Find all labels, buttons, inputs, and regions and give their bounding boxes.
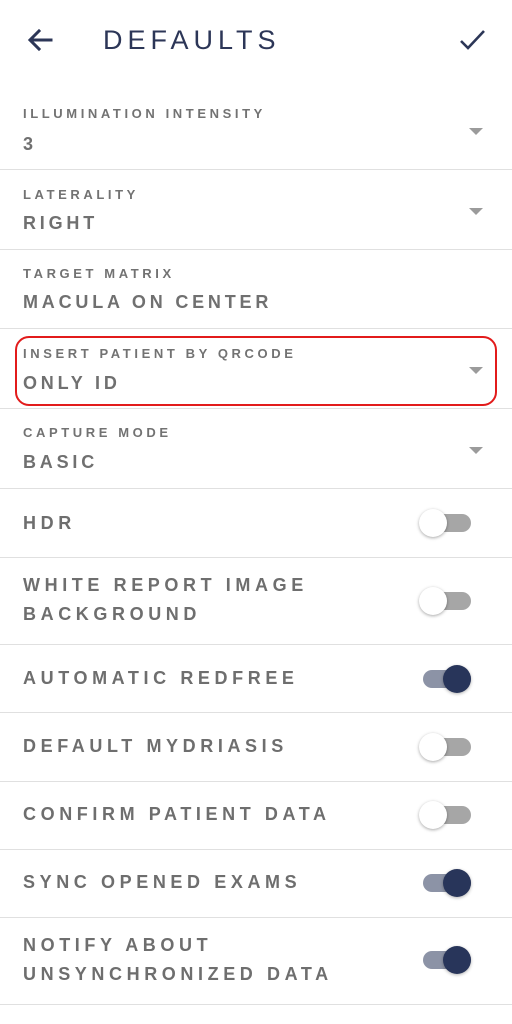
insert-patient-by-qrcode-select[interactable]: INSERT PATIENT BY QRCODE ONLY ID: [0, 329, 512, 408]
toggle-label: CONFIRM PATIENT DATA: [23, 804, 331, 824]
toggle-row-sync-opened-exams: SYNC OPENED EXAMS: [0, 850, 512, 917]
toggle-label: WHITE REPORT IMAGE BACKGROUND: [23, 575, 308, 624]
toggle-row-notify-unsynchronized: NOTIFY ABOUT UNSYNCHRONIZED DATA: [0, 918, 512, 1004]
toggle-label: DEFAULT MYDRIASIS: [23, 736, 288, 756]
switch-thumb: [443, 665, 471, 693]
toggle-row-confirm-patient-data: CONFIRM PATIENT DATA: [0, 782, 512, 849]
toggle-label: NOTIFY ABOUT UNSYNCHRONIZED DATA: [23, 935, 333, 984]
app-header: DEFAULTS: [0, 0, 512, 82]
select-value: MACULA ON CENTER: [23, 292, 273, 312]
toggle-label: SYNC OPENED EXAMS: [23, 872, 302, 892]
select-value: BASIC: [23, 452, 99, 472]
toggle-row-automatic-redfree: AUTOMATIC REDFREE: [0, 645, 512, 712]
select-label: ILLUMINATION INTENSITY: [23, 106, 266, 121]
switch-thumb: [443, 946, 471, 974]
target-matrix-select[interactable]: TARGET MATRIX MACULA ON CENTER: [0, 250, 512, 328]
dropdown-caret-icon: [469, 128, 483, 135]
toggle-label: HDR: [23, 513, 76, 533]
select-value: ONLY ID: [23, 373, 121, 393]
select-label: CAPTURE MODE: [23, 425, 172, 440]
page-title: DEFAULTS: [103, 25, 281, 55]
toggle-row-white-report: WHITE REPORT IMAGE BACKGROUND: [0, 558, 512, 644]
dropdown-caret-icon: [469, 447, 483, 454]
laterality-select[interactable]: LATERALITY RIGHT: [0, 170, 512, 249]
back-button[interactable]: [22, 22, 58, 58]
automatic-redfree-toggle[interactable]: [419, 664, 473, 694]
select-label: INSERT PATIENT BY QRCODE: [23, 346, 297, 361]
hdr-toggle[interactable]: [419, 508, 473, 538]
dropdown-caret-icon: [469, 208, 483, 215]
default-mydriasis-toggle[interactable]: [419, 732, 473, 762]
notify-unsynchronized-toggle[interactable]: [419, 945, 473, 975]
switch-thumb: [443, 869, 471, 897]
toggle-label: AUTOMATIC REDFREE: [23, 668, 299, 688]
dropdown-caret-icon: [469, 367, 483, 374]
switch-thumb: [419, 801, 447, 829]
select-label: LATERALITY: [23, 187, 139, 202]
illumination-intensity-select[interactable]: ILLUMINATION INTENSITY 3: [0, 92, 512, 170]
toggle-row-default-mydriasis: DEFAULT MYDRIASIS: [0, 713, 512, 781]
select-label: TARGET MATRIX: [23, 266, 175, 281]
capture-mode-select[interactable]: CAPTURE MODE BASIC: [0, 409, 512, 488]
select-value: 3: [23, 134, 37, 154]
check-icon: [460, 30, 485, 50]
confirm-patient-data-toggle[interactable]: [419, 800, 473, 830]
switch-thumb: [419, 509, 447, 537]
arrow-left-icon: [27, 28, 53, 52]
confirm-button[interactable]: [454, 22, 490, 58]
divider: [0, 1004, 512, 1005]
sync-opened-exams-toggle[interactable]: [419, 868, 473, 898]
toggle-row-hdr: HDR: [0, 489, 512, 557]
select-value: RIGHT: [23, 213, 98, 233]
white-report-background-toggle[interactable]: [419, 586, 473, 616]
switch-thumb: [419, 587, 447, 615]
switch-thumb: [419, 733, 447, 761]
